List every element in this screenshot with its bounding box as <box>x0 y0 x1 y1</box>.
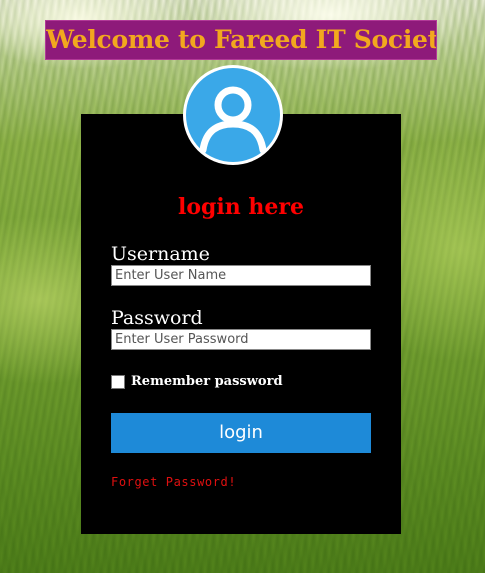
password-label: Password <box>111 307 203 329</box>
forgot-password-link[interactable]: Forget Password! <box>111 475 236 489</box>
user-avatar-icon <box>186 68 280 162</box>
form-heading: login here <box>177 194 304 220</box>
remember-password-checkbox[interactable] <box>111 374 125 389</box>
avatar <box>183 65 283 165</box>
login-button[interactable]: login <box>111 413 371 453</box>
username-input[interactable] <box>111 265 371 286</box>
remember-password-label: Remember password <box>131 374 283 389</box>
page-title-banner: Welcome to Fareed IT Society <box>45 20 437 60</box>
username-label: Username <box>111 243 210 265</box>
password-input[interactable] <box>111 329 371 350</box>
remember-password-row: Remember password <box>111 374 283 389</box>
